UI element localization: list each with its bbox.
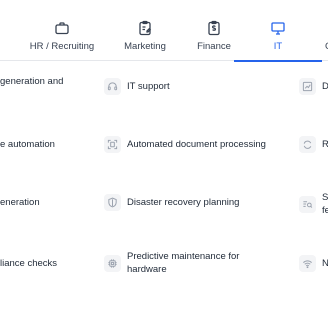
- feature-item-left-row4[interactable]: liance checks: [0, 257, 57, 270]
- icon-box: [299, 78, 316, 95]
- document-scan-icon: [107, 139, 118, 150]
- chip-icon: [108, 258, 117, 268]
- clipboard-edit-icon: [139, 20, 152, 36]
- icon-box: [104, 254, 121, 272]
- feature-item-predictive-maintenance[interactable]: Predictive maintenance for hardware: [104, 250, 239, 276]
- category-tab-bar: HR / Recruiting Marketing Finance IT: [0, 0, 328, 62]
- briefcase-icon: [55, 22, 69, 35]
- app-viewport: HR / Recruiting Marketing Finance IT gen…: [0, 0, 328, 320]
- feature-item-right-row1[interactable]: D: [299, 78, 328, 95]
- feature-label: N: [322, 258, 328, 269]
- clipboard-dollar-icon: [208, 20, 220, 36]
- tab-partial-next[interactable]: C: [316, 0, 328, 61]
- wifi-icon: [303, 260, 312, 269]
- tab-label: IT: [273, 41, 283, 52]
- icon-box: [299, 255, 316, 272]
- feature-label: Disaster recovery planning: [127, 197, 240, 208]
- feature-label-group: S fe: [322, 191, 328, 217]
- partial-tab-icon: [324, 20, 328, 36]
- feature-label-line2: hardware: [127, 264, 167, 275]
- icon-box: [104, 136, 121, 153]
- headset-icon: [107, 82, 118, 91]
- shield-icon: [108, 197, 117, 208]
- feature-item-document-processing[interactable]: Automated document processing: [104, 136, 266, 153]
- tab-it[interactable]: IT: [234, 0, 322, 62]
- feature-item-right-row4[interactable]: N: [299, 255, 328, 272]
- refresh-icon: [303, 140, 312, 149]
- feature-item-disaster-recovery[interactable]: Disaster recovery planning: [104, 194, 239, 211]
- feature-label-line1: S: [322, 192, 328, 203]
- feature-item-left-row1[interactable]: generation and: [0, 75, 63, 88]
- feature-label-line1: Predictive maintenance for: [127, 251, 240, 262]
- icon-box: [104, 78, 121, 95]
- feature-item-right-row2[interactable]: R: [299, 136, 328, 153]
- feature-label: Automated document processing: [127, 139, 266, 150]
- feature-item-left-row3[interactable]: eneration: [0, 196, 40, 209]
- tab-label: HR / Recruiting: [29, 41, 95, 52]
- feature-item-it-support[interactable]: IT support: [104, 78, 170, 95]
- feature-label: D: [322, 81, 328, 92]
- feature-item-left-row2[interactable]: e automation: [0, 138, 55, 151]
- feature-label: R: [322, 139, 328, 150]
- icon-box: [299, 136, 316, 153]
- monitor-icon: [271, 22, 285, 35]
- tab-hr-recruiting[interactable]: HR / Recruiting: [18, 0, 106, 61]
- feature-label-line2: fe: [322, 205, 328, 216]
- icon-box: [299, 195, 316, 213]
- search-list-icon: [303, 200, 313, 208]
- feature-label-group: Predictive maintenance for hardware: [127, 250, 239, 276]
- icon-box: [104, 194, 121, 211]
- feature-label: IT support: [127, 81, 170, 92]
- feature-item-right-row3[interactable]: S fe: [299, 191, 328, 217]
- chart-icon: [302, 81, 313, 92]
